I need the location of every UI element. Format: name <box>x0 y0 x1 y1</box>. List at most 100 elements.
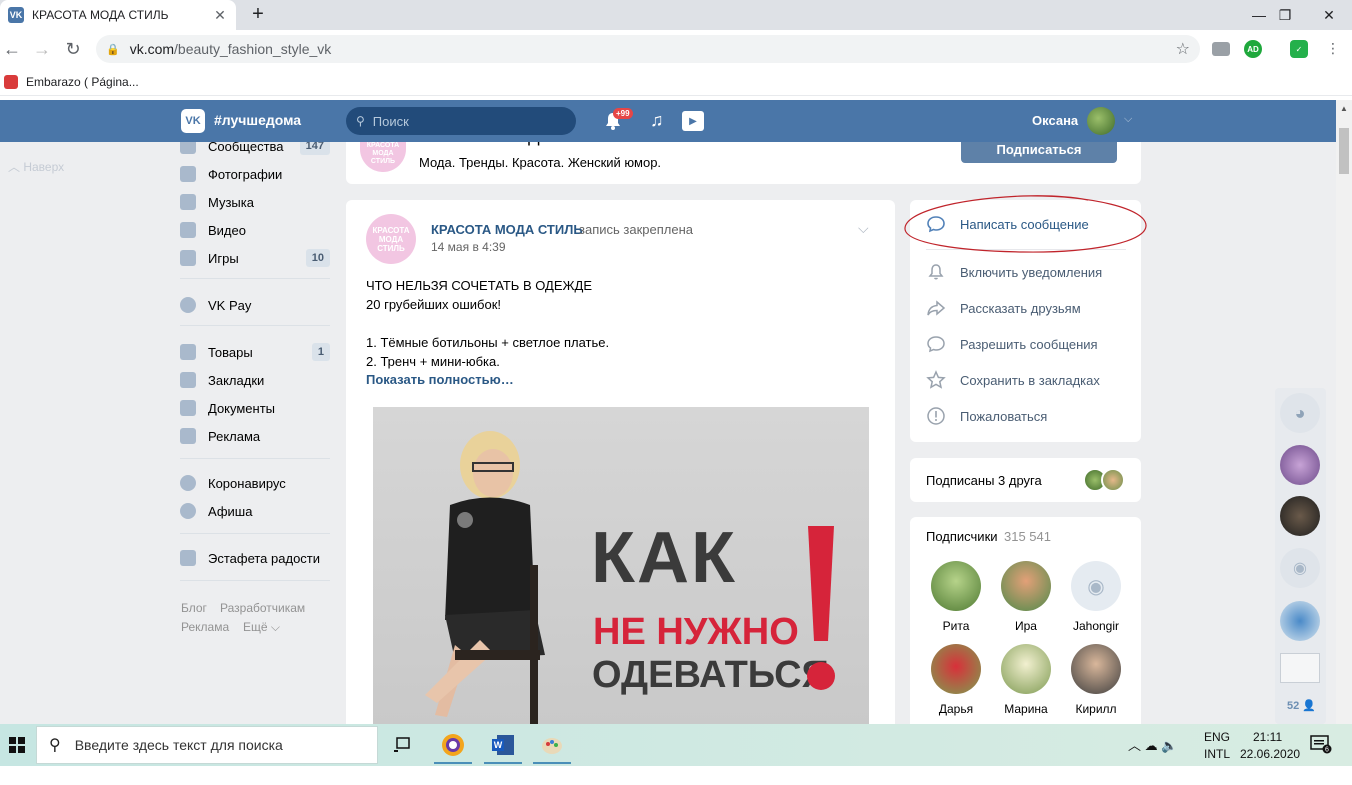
system-tray-icons[interactable]: ︿ ☁ 🔈 <box>1128 735 1177 754</box>
bookmark-item[interactable]: Embarazo ( Página... <box>26 75 139 89</box>
clock-date[interactable]: 22.06.2020 <box>1240 747 1300 761</box>
nav-ads[interactable]: Реклама <box>180 422 330 450</box>
camera-placeholder-icon[interactable]: ◉ <box>1071 561 1121 611</box>
nav-vkpay[interactable]: VK Pay <box>180 291 330 319</box>
paint-icon[interactable] <box>531 726 573 764</box>
page-scrollbar[interactable] <box>1336 100 1352 724</box>
chat-avatar[interactable] <box>1280 445 1320 485</box>
allow-messages-action[interactable]: Разрешить сообщения <box>926 334 1098 354</box>
subscriber-item[interactable]: Дарья <box>926 644 986 716</box>
footer-blog-link[interactable]: Блог <box>181 601 207 615</box>
nav-divider <box>180 580 330 581</box>
subscriber-item[interactable]: Ира <box>996 561 1056 633</box>
subscriber-avatar[interactable] <box>1001 644 1051 694</box>
image-text-odevatsya: ОДЕВАТЬСЯ <box>592 654 829 696</box>
save-to-bookmarks-action[interactable]: Сохранить в закладках <box>926 370 1100 390</box>
back-to-top[interactable]: ︿ Наверх <box>8 158 64 175</box>
taskbar-search-box[interactable]: ⚲ <box>36 726 378 764</box>
friend-avatar[interactable] <box>1101 468 1125 492</box>
vk-logo[interactable]: VK <box>181 109 205 133</box>
vk-search-box[interactable]: ⚲ <box>346 107 576 135</box>
url-text[interactable]: vk.com/beauty_fashion_style_vk <box>130 41 1176 57</box>
nav-photos[interactable]: Фотографии <box>180 160 330 188</box>
post-date[interactable]: 14 мая в 4:39 <box>431 240 506 254</box>
subscriber-avatar[interactable] <box>1071 644 1121 694</box>
broken-image-icon[interactable] <box>1280 653 1320 683</box>
image-text-kak: КАК <box>591 518 737 598</box>
subscriber-avatar[interactable] <box>931 644 981 694</box>
shopping-bag-icon <box>180 344 196 360</box>
nav-coronavirus[interactable]: Коронавирус <box>180 469 330 497</box>
chat-avatar[interactable] <box>1280 496 1320 536</box>
nav-bookmarks[interactable]: Закладки <box>180 366 330 394</box>
subscribers-title[interactable]: Подписчики <box>926 529 998 544</box>
word-icon[interactable]: W <box>482 726 524 764</box>
video-play-icon[interactable]: ▶ <box>682 111 704 131</box>
subscriber-item[interactable]: Рита <box>926 561 986 633</box>
subscriber-item[interactable]: Кирилл <box>1066 644 1126 716</box>
subscriber-avatar[interactable] <box>1001 561 1051 611</box>
report-action[interactable]: Пожаловаться <box>926 406 1047 426</box>
nav-documents[interactable]: Документы <box>180 394 330 422</box>
star-icon <box>926 370 946 389</box>
post-menu-chevron-icon[interactable]: ⌵ <box>858 220 869 237</box>
nav-afisha[interactable]: Афиша <box>180 497 330 525</box>
camera-placeholder-icon[interactable]: ◉ <box>1280 548 1320 588</box>
footer-dev-link[interactable]: Разработчикам <box>220 601 305 615</box>
user-avatar[interactable] <box>1087 107 1115 135</box>
show-more-link[interactable]: Показать полностью… <box>366 372 514 387</box>
friends-subscribed-box[interactable]: Подписаны 3 друга <box>910 458 1141 502</box>
taskbar-search-input[interactable] <box>72 736 373 754</box>
chat-avatar[interactable] <box>1280 601 1320 641</box>
shield-icon[interactable]: ✓ <box>1290 40 1308 58</box>
nav-relay-of-joy[interactable]: Эстафета радости <box>180 544 330 572</box>
back-icon[interactable]: ← <box>0 37 24 61</box>
header-hashtag[interactable]: #лучшедома <box>214 112 301 128</box>
adblock-icon[interactable]: AD <box>1244 40 1262 58</box>
browser-tab[interactable]: VK КРАСОТА МОДА СТИЛЬ ✕ <box>0 0 236 30</box>
scrollbar-thumb[interactable] <box>1339 128 1349 174</box>
forward-icon[interactable]: → <box>30 37 54 61</box>
people-icon <box>180 550 196 566</box>
windows-start-icon[interactable] <box>0 724 34 766</box>
post-author-link[interactable]: КРАСОТА МОДА СТИЛЬ <box>431 222 583 237</box>
browser-menu-icon[interactable]: ⋮ <box>1326 40 1340 57</box>
post-author-avatar[interactable]: КРАСОТА МОДА СТИЛЬ <box>366 214 416 264</box>
nav-music[interactable]: Музыка <box>180 188 330 216</box>
browser-taskbar-icon[interactable] <box>432 726 474 764</box>
enable-notifications-action[interactable]: Включить уведомления <box>926 262 1102 282</box>
user-name[interactable]: Оксана <box>1032 113 1078 128</box>
share-with-friends-action[interactable]: Рассказать друзьям <box>926 298 1081 318</box>
maximize-icon[interactable]: ❐ <box>1262 0 1308 30</box>
chevron-down-icon[interactable]: ⌵ <box>1124 113 1132 126</box>
dog-avatar-icon[interactable]: ◕ <box>1280 393 1320 433</box>
chat-online-count[interactable]: 52 👤 <box>1287 699 1316 712</box>
close-window-icon[interactable]: ✕ <box>1306 0 1352 30</box>
footer-ads-link[interactable]: Реклама <box>181 620 229 634</box>
subscriber-item[interactable]: Марина <box>996 644 1056 716</box>
scroll-up-arrow-icon[interactable]: ▲ <box>1336 100 1352 118</box>
bookmark-favicon <box>4 74 18 89</box>
music-icon[interactable]: ♫ <box>650 110 664 131</box>
subscriber-item[interactable]: ◉ Jahongir <box>1066 561 1126 633</box>
nav-video[interactable]: Видео <box>180 216 330 244</box>
nav-goods[interactable]: Товары 1 <box>180 338 330 366</box>
notification-center-icon[interactable]: 6 <box>1310 734 1332 754</box>
address-bar[interactable]: 🔒 vk.com/beauty_fashion_style_vk ☆ <box>96 35 1200 63</box>
vk-search-input[interactable] <box>370 112 551 130</box>
keyboard-layout-indicator[interactable]: INTL <box>1204 747 1230 761</box>
film-icon <box>180 222 196 238</box>
new-tab-button[interactable]: + <box>246 2 270 26</box>
language-indicator[interactable]: ENG <box>1204 730 1230 744</box>
subscribers-count: 315 541 <box>1004 529 1051 544</box>
bookmark-star-icon[interactable]: ☆ <box>1176 39 1190 59</box>
virus-icon <box>180 475 196 491</box>
clock-time[interactable]: 21:11 <box>1253 730 1282 744</box>
footer-more-link[interactable]: Ещё ⌵ <box>243 620 280 635</box>
reload-icon[interactable]: ↻ <box>61 37 85 61</box>
task-view-icon[interactable] <box>382 726 424 764</box>
close-tab-icon[interactable]: ✕ <box>212 7 228 24</box>
nav-games[interactable]: Игры 10 <box>180 244 330 272</box>
subscriber-avatar[interactable] <box>931 561 981 611</box>
camera-blocked-icon[interactable] <box>1212 42 1230 56</box>
